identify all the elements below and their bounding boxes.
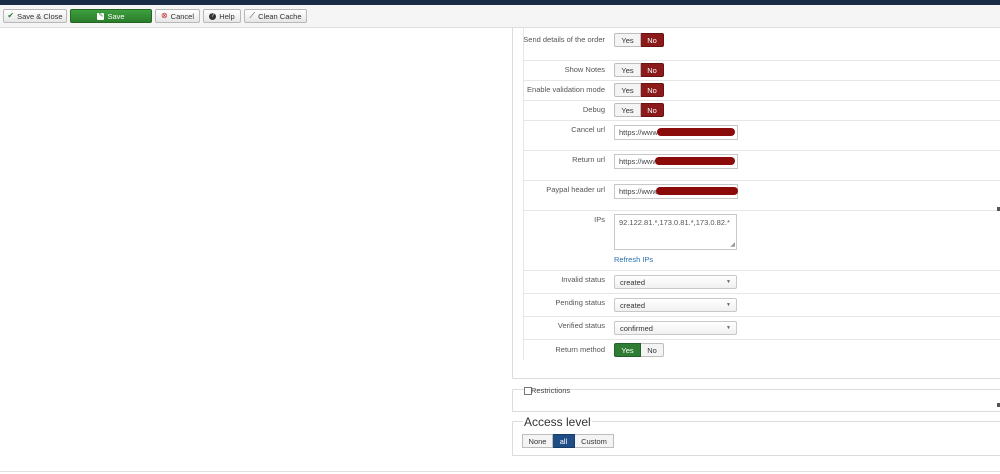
redaction-mark: [657, 128, 735, 136]
ips-value: 92.122.81.*,173.0.81.*,173.0.82.*: [619, 218, 730, 227]
return-url-label: Return url: [572, 155, 605, 164]
invalid-status-value: created: [620, 277, 646, 287]
chevron-down-icon: ▼: [726, 302, 731, 308]
pending-status-value: created: [620, 300, 646, 310]
validation-label: Enable validation mode: [527, 85, 605, 94]
validation-yes[interactable]: Yes: [614, 83, 641, 97]
access-all-button[interactable]: all: [553, 434, 575, 448]
ips-textarea[interactable]: 92.122.81.*,173.0.81.*,173.0.82.* ◢: [614, 214, 737, 250]
cancel-button[interactable]: ⊗ Cancel: [155, 9, 200, 23]
access-none-button[interactable]: None: [522, 434, 553, 448]
debug-toggle: Yes No: [614, 103, 664, 117]
save-close-button[interactable]: ✔ Save & Close: [3, 9, 67, 23]
refresh-ips-link[interactable]: Refresh IPs: [614, 255, 653, 264]
cancel-url-label: Cancel url: [571, 125, 605, 134]
show-notes-label: Show Notes: [564, 65, 605, 74]
invalid-status-label: Invalid status: [561, 275, 605, 284]
validation-no[interactable]: No: [641, 83, 664, 97]
debug-yes[interactable]: Yes: [614, 103, 641, 117]
save-icon: ✎: [97, 12, 105, 20]
verified-status-label: Verified status: [557, 321, 605, 330]
pending-status-label: Pending status: [555, 298, 605, 307]
cancel-url-value: https://www: [619, 128, 658, 137]
toolbar: ✔ Save & Close ✎ Save ⊗ Cancel ? Help ⟋ …: [0, 5, 1000, 28]
verified-status-select[interactable]: confirmed ▼: [614, 321, 737, 335]
return-url-value: https://www: [619, 157, 658, 166]
debug-no[interactable]: No: [641, 103, 664, 117]
access-level-segmented: None all Custom: [522, 434, 614, 448]
paypal-header-value: https://www: [619, 187, 658, 196]
show-notes-yes[interactable]: Yes: [614, 63, 641, 77]
access-custom-button[interactable]: Custom: [575, 434, 614, 448]
clean-cache-button[interactable]: ⟋ Clean Cache: [244, 9, 307, 23]
paypal-header-label: Paypal header url: [546, 185, 605, 194]
send-details-yes[interactable]: Yes: [614, 33, 641, 47]
resize-grip-icon[interactable]: ◢: [730, 242, 735, 248]
bottom-divider: [0, 471, 1000, 472]
clean-cache-label: Clean Cache: [258, 11, 302, 21]
send-details-no[interactable]: No: [641, 33, 664, 47]
return-method-yes[interactable]: Yes: [614, 343, 641, 357]
return-method-no[interactable]: No: [641, 343, 664, 357]
send-details-label: Send details of the order: [523, 35, 605, 44]
ips-label: IPs: [594, 215, 605, 224]
cancel-icon: ⊗: [160, 11, 168, 20]
redaction-mark: [656, 187, 738, 195]
access-level-title: Access level: [523, 415, 592, 429]
save-close-label: Save & Close: [17, 11, 63, 21]
help-button[interactable]: ? Help: [203, 9, 241, 23]
chevron-down-icon: ▼: [726, 325, 731, 331]
show-notes-no[interactable]: No: [641, 63, 664, 77]
pending-status-select[interactable]: created ▼: [614, 298, 737, 312]
return-method-label: Return method: [555, 345, 605, 354]
save-label: Save: [107, 11, 125, 21]
chevron-down-icon: ▼: [726, 279, 731, 285]
debug-label: Debug: [582, 105, 605, 114]
verified-status-value: confirmed: [620, 323, 653, 333]
broom-icon: ⟋: [249, 11, 256, 20]
restrictions-fieldset: [512, 389, 1000, 412]
redaction-mark: [655, 157, 735, 165]
invalid-status-select[interactable]: created ▼: [614, 275, 737, 289]
cancel-label: Cancel: [170, 11, 195, 21]
restrictions-legend: Restrictions: [531, 386, 571, 395]
show-notes-toggle: Yes No: [614, 63, 664, 77]
send-details-toggle: Yes No: [614, 33, 664, 47]
return-method-toggle: Yes No: [614, 343, 664, 357]
check-icon: ✔: [7, 11, 15, 20]
help-label: Help: [219, 11, 235, 21]
validation-toggle: Yes No: [614, 83, 664, 97]
help-icon: ?: [209, 12, 217, 20]
save-button[interactable]: ✎ Save: [70, 9, 152, 23]
